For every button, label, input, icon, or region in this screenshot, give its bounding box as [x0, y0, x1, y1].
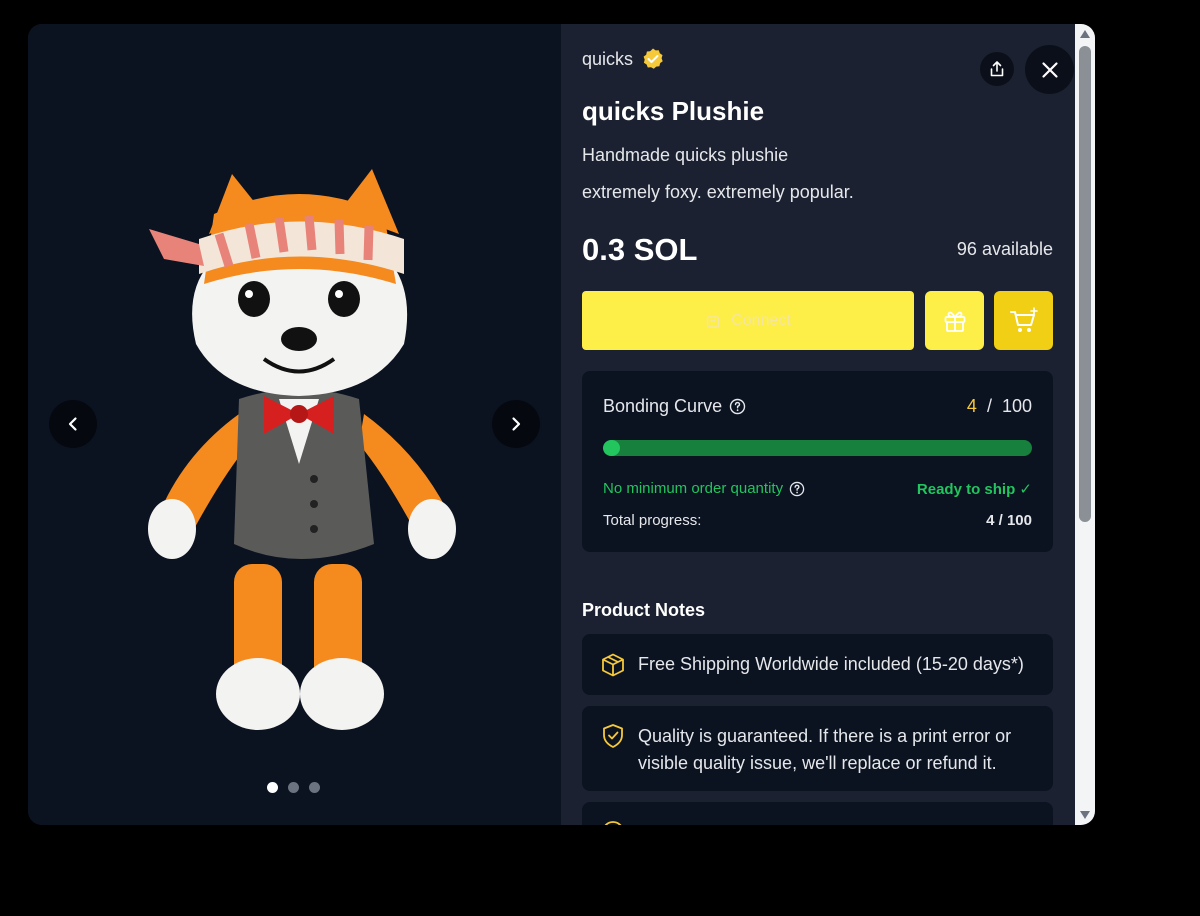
- product-notes-title: Product Notes: [582, 600, 706, 620]
- bonding-curve-total: 100: [1001, 396, 1032, 416]
- close-button[interactable]: [1025, 45, 1074, 94]
- scroll-down-arrow[interactable]: [1080, 811, 1090, 819]
- cart-plus-icon: [1009, 306, 1038, 332]
- note-free-shipping: Free Shipping Worldwide included (15-20 …: [582, 634, 1053, 695]
- scroll-up-arrow[interactable]: [1080, 30, 1090, 38]
- next-image-button[interactable]: [492, 400, 540, 448]
- chevron-left-icon: [68, 417, 77, 431]
- product-modal: quicks quicks Plushie Handmade quicks pl…: [28, 24, 1095, 825]
- image-dot-3[interactable]: [309, 782, 320, 793]
- shield-check-icon: [600, 723, 626, 749]
- connect-button[interactable]: Connect: [582, 291, 914, 350]
- bonding-curve-card: Bonding Curve 4 / 100 No minimum order q…: [582, 371, 1053, 552]
- creator-name[interactable]: quicks: [582, 49, 633, 70]
- plushie-image: [148, 169, 456, 730]
- product-image: [114, 134, 484, 734]
- previous-image-button[interactable]: [49, 400, 97, 448]
- scrollbar-thumb[interactable]: [1079, 46, 1091, 522]
- product-description-line-1: Handmade quicks plushie: [582, 145, 789, 165]
- bonding-curve-title: Bonding Curve: [603, 396, 746, 417]
- bonding-curve-label: Bonding Curve: [603, 396, 723, 416]
- bonding-curve-separator: /: [986, 396, 992, 416]
- note-text: Quality is guaranteed. If there is a pri…: [638, 726, 1012, 773]
- note-quality-guarantee: Quality is guaranteed. If there is a pri…: [582, 706, 1053, 791]
- moq-label: No minimum order quantity: [603, 480, 784, 497]
- bonding-curve-progress-bar: [603, 440, 1032, 456]
- product-title: quicks Plushie: [582, 96, 765, 126]
- share-button[interactable]: [980, 52, 1014, 86]
- box-icon: [600, 652, 626, 678]
- gift-icon: [944, 311, 965, 332]
- add-to-cart-button[interactable]: [994, 291, 1053, 350]
- stock-available: 96 available: [956, 239, 1053, 259]
- verified-badge-icon: [643, 48, 663, 69]
- note-additional: [582, 802, 1053, 825]
- bonding-curve-current: 4: [966, 396, 977, 416]
- total-progress-value: 4 / 100: [986, 512, 1032, 529]
- bonding-curve-progress-fill: [603, 440, 621, 456]
- gift-button[interactable]: [925, 291, 984, 350]
- image-dot-2[interactable]: [288, 782, 299, 793]
- help-circle-icon[interactable]: [729, 398, 746, 415]
- image-dot-1[interactable]: [267, 782, 278, 793]
- info-icon: [600, 819, 626, 825]
- total-progress-label: Total progress:: [603, 512, 702, 529]
- moq-help-icon[interactable]: [789, 481, 805, 497]
- details-scrollbar[interactable]: [1075, 24, 1095, 825]
- chevron-right-icon: [512, 417, 521, 431]
- moq-info: No minimum order quantity: [603, 480, 805, 497]
- creator-info[interactable]: quicks: [582, 47, 665, 71]
- image-pagination: [267, 782, 320, 793]
- close-icon: [1041, 61, 1058, 78]
- product-price: 0.3 SOL: [582, 232, 698, 267]
- bonding-curve-count: 4 / 100: [967, 396, 1032, 417]
- product-description-line-2: extremely foxy. extremely popular.: [582, 182, 854, 202]
- image-gallery: [28, 24, 561, 825]
- bag-icon: [707, 315, 720, 328]
- ready-to-ship-status: Ready to ship ✓: [916, 481, 1032, 498]
- share-icon: [990, 61, 1004, 77]
- product-details-panel: quicks quicks Plushie Handmade quicks pl…: [561, 24, 1095, 825]
- note-text: Free Shipping Worldwide included (15-20 …: [638, 654, 1024, 674]
- connect-button-label: Connect: [731, 311, 791, 329]
